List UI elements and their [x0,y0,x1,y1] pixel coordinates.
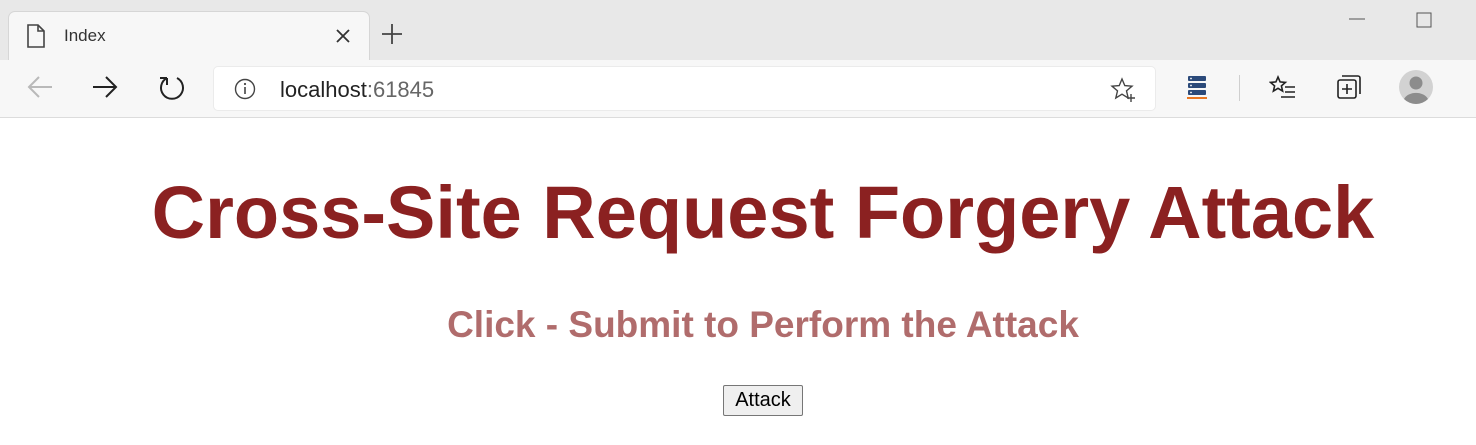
page-content: Cross-Site Request Forgery Attack Click … [0,118,1476,445]
address-bar[interactable]: localhost:61845 [214,67,1155,110]
forward-button[interactable] [90,72,120,102]
minimize-icon[interactable] [1348,10,1366,28]
forward-arrow-icon [93,76,118,98]
favorites-list-icon [1269,74,1295,98]
attack-button[interactable]: Attack [723,385,803,416]
browser-window: Index localhost:61845 Cross-Site Request… [0,0,1476,445]
close-icon[interactable] [331,24,355,48]
plus-icon[interactable] [380,22,404,46]
refresh-button[interactable] [157,72,187,102]
tab-strip: Index [0,0,1476,60]
url-port: :61845 [366,77,435,102]
refresh-icon [160,77,184,100]
tab-title: Index [64,26,106,45]
page-icon [27,24,45,48]
server-stack-icon [1187,76,1207,99]
toolbar: localhost:61845 [0,60,1476,118]
toolbar-divider [1239,75,1240,101]
collections-button[interactable] [1334,72,1364,102]
url-text[interactable]: localhost:61845 [280,77,434,103]
page-title: Cross-Site Request Forgery Attack [151,171,1375,254]
collections-icon [1337,75,1361,99]
back-button[interactable] [25,72,55,102]
favorites-button[interactable] [1268,72,1298,102]
maximize-icon[interactable] [1416,12,1432,28]
profile-button[interactable] [1398,69,1434,105]
extension-button[interactable] [1182,72,1212,102]
star-add-icon[interactable] [1110,77,1136,103]
tab-index[interactable]: Index [9,12,369,60]
avatar-icon [1399,70,1433,104]
info-icon[interactable] [234,78,256,100]
page-subtitle: Click - Submit to Perform the Attack [447,304,1079,345]
url-host: localhost [280,77,367,102]
back-arrow-icon [27,76,52,98]
